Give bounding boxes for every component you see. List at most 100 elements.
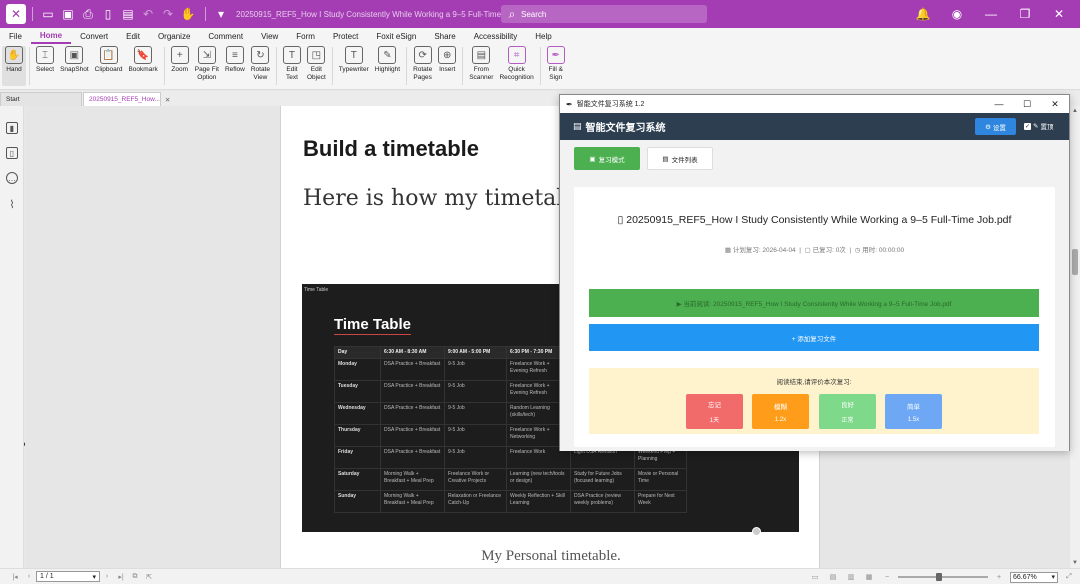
menu-foxit-esign[interactable]: Foxit eSign bbox=[367, 28, 425, 44]
zoom-level-select[interactable]: 66.67% ▾ bbox=[1010, 571, 1058, 583]
ribbon-rotate-view-button[interactable]: ↻ Rotate View bbox=[248, 46, 273, 86]
ribbon-quick-recognition-button[interactable]: ⌗ Quick Recognition bbox=[496, 46, 536, 86]
ribbon-clipboard-button[interactable]: 📋 Clipboard bbox=[92, 46, 126, 86]
scroll-down-icon[interactable]: ▼ bbox=[1072, 560, 1078, 566]
menu-share[interactable]: Share bbox=[425, 28, 464, 44]
ribbon-edit-text-button[interactable]: T Edit Text bbox=[280, 46, 304, 86]
ribbon-divider bbox=[29, 47, 30, 85]
dialog-maximize-icon[interactable]: ☐ bbox=[1013, 95, 1041, 113]
ribbon-button-label: Rotate Pages bbox=[413, 66, 433, 81]
hand-tool-dropdown-icon[interactable]: ✋ bbox=[179, 5, 197, 23]
tab-file-list[interactable]: ▤ 文件列表 bbox=[647, 147, 713, 170]
menu-help[interactable]: Help bbox=[526, 28, 560, 44]
zoom-slider[interactable] bbox=[898, 573, 988, 581]
tab-start[interactable]: Start bbox=[0, 92, 82, 106]
ribbon-edit-object-button[interactable]: ◳ Edit Object bbox=[304, 46, 329, 86]
ribbon-highlight-button[interactable]: ✎ Highlight bbox=[372, 46, 403, 86]
zoom-in-icon[interactable]: + bbox=[994, 574, 1004, 581]
close-icon[interactable]: ✕ bbox=[1050, 5, 1068, 23]
current-reading-bar[interactable]: ▶ 当前阅读: 20250915_REF5_How I Study Consis… bbox=[589, 289, 1039, 317]
attachments-panel-icon[interactable]: ⌇ bbox=[6, 198, 18, 211]
open-folder-icon[interactable]: ▭ bbox=[39, 5, 57, 23]
dialog-close-icon[interactable]: ✕ bbox=[1041, 95, 1069, 113]
account-icon[interactable]: ◉ bbox=[948, 5, 966, 23]
ribbon-rotate-pages-button[interactable]: ⟳ Rotate Pages bbox=[410, 46, 435, 86]
continuous-view-icon[interactable]: ▤ bbox=[828, 573, 838, 581]
bookmark-panel-icon[interactable]: ▮ bbox=[6, 122, 18, 134]
search-placeholder: Search bbox=[521, 9, 547, 19]
vertical-scrollbar[interactable]: ▲ ▼ bbox=[1070, 106, 1080, 568]
dialog-minimize-icon[interactable]: — bbox=[985, 95, 1013, 113]
image-handle-icon[interactable] bbox=[752, 527, 761, 536]
zoom-controls: ▭ ▤ ▥ ▦ − + 66.67% ▾ ⤢ bbox=[808, 569, 1076, 584]
last-page-icon[interactable]: ▸| bbox=[116, 573, 126, 581]
menu-convert[interactable]: Convert bbox=[71, 28, 117, 44]
notification-bell-icon[interactable]: 🔔 bbox=[914, 5, 932, 23]
comments-panel-icon[interactable]: … bbox=[6, 172, 18, 184]
tab-document[interactable]: 20250915_REF5_How... ✕ bbox=[83, 92, 170, 106]
menu-accessibility[interactable]: Accessibility bbox=[465, 28, 527, 44]
search-box[interactable]: ⌕ Search bbox=[501, 5, 707, 23]
zoom-out-icon[interactable]: − bbox=[882, 574, 892, 581]
timetable-cell: 9-5 Job bbox=[444, 358, 507, 381]
rating-vague-button[interactable]: 模糊 1.2x bbox=[752, 394, 809, 429]
page-number-select[interactable]: 1 / 1 ▾ bbox=[36, 571, 100, 582]
tab-review-mode[interactable]: ▣ 复习模式 bbox=[574, 147, 640, 170]
rating-easy-button[interactable]: 简单 1.5x bbox=[885, 394, 942, 429]
customize-toolbar-icon[interactable]: ▾ bbox=[212, 5, 230, 23]
snapshot-icon: ▣ bbox=[65, 46, 84, 64]
next-page-icon[interactable]: › bbox=[102, 573, 112, 580]
rating-good-button[interactable]: 良好 正常 bbox=[819, 394, 876, 429]
scrollbar-thumb[interactable] bbox=[1072, 249, 1078, 275]
menu-edit[interactable]: Edit bbox=[117, 28, 149, 44]
previous-page-icon[interactable]: ‹ bbox=[24, 573, 34, 580]
restore-icon[interactable]: ❐ bbox=[1016, 5, 1034, 23]
zoom-slider-knob[interactable] bbox=[935, 573, 942, 581]
ribbon-hand-button[interactable]: ✋ Hand bbox=[2, 46, 26, 86]
always-on-top-toggle[interactable]: ✓ ✎ 置顶 bbox=[1024, 121, 1053, 131]
ribbon-bookmark-button[interactable]: 🔖 Bookmark bbox=[125, 46, 160, 86]
tab-close-icon[interactable]: ✕ bbox=[165, 96, 170, 104]
checkbox-checked-icon[interactable]: ✓ bbox=[1024, 122, 1031, 130]
scroll-up-icon[interactable]: ▲ bbox=[1072, 108, 1078, 114]
first-page-icon[interactable]: |◂ bbox=[10, 573, 20, 581]
ribbon-select-button[interactable]: ⌶ Select bbox=[33, 46, 57, 86]
redo-icon[interactable]: ↷ bbox=[159, 5, 177, 23]
menu-protect[interactable]: Protect bbox=[324, 28, 367, 44]
minimize-icon[interactable]: — bbox=[982, 5, 1000, 23]
add-review-file-button[interactable]: + 添加复习文件 bbox=[589, 324, 1039, 351]
rating-forgot-button[interactable]: 忘记 1天 bbox=[686, 394, 743, 429]
continuous-facing-view-icon[interactable]: ▦ bbox=[864, 573, 874, 581]
menu-file[interactable]: File bbox=[0, 28, 31, 44]
rating-label: 良好 bbox=[841, 402, 854, 409]
single-page-view-icon[interactable]: ▭ bbox=[810, 573, 820, 581]
print-icon[interactable]: ⎙ bbox=[79, 5, 97, 23]
facing-view-icon[interactable]: ▥ bbox=[846, 573, 856, 581]
export-icon[interactable]: ▤ bbox=[119, 5, 137, 23]
dialog-titlebar[interactable]: ✒ 智能文件复习系统 1.2 — ☐ ✕ bbox=[560, 95, 1069, 113]
ribbon-fill-sign-button[interactable]: ✒ Fill & Sign bbox=[544, 46, 568, 86]
menu-comment[interactable]: Comment bbox=[199, 28, 252, 44]
menu-home[interactable]: Home bbox=[30, 28, 72, 44]
ribbon-divider bbox=[275, 47, 277, 85]
menu-bar: File Home Convert Edit Organize Comment View Fo… bbox=[0, 28, 1080, 44]
pages-panel-icon[interactable]: ▯ bbox=[6, 147, 18, 159]
ribbon-insert-button[interactable]: ⊕ Insert bbox=[435, 46, 459, 86]
ribbon-from-scanner-button[interactable]: ▤ From Scanner bbox=[466, 46, 496, 86]
ribbon-reflow-button[interactable]: ≡ Reflow bbox=[222, 46, 248, 86]
settings-button[interactable]: ⚙ 设置 bbox=[975, 118, 1016, 135]
new-doc-icon[interactable]: ▯ bbox=[99, 5, 117, 23]
menu-form[interactable]: Form bbox=[287, 28, 324, 44]
ribbon-snapshot-button[interactable]: ▣ SnapShot bbox=[57, 46, 92, 86]
export-page-icon[interactable]: ⇱ bbox=[144, 573, 154, 581]
save-icon[interactable]: ▣ bbox=[59, 5, 77, 23]
undo-icon[interactable]: ↶ bbox=[139, 5, 157, 23]
ribbon-typewriter-button[interactable]: T Typewriter bbox=[336, 46, 372, 86]
menu-view[interactable]: View bbox=[252, 28, 287, 44]
ribbon-page-fit-option-button[interactable]: ⇲ Page Fit Option bbox=[192, 46, 222, 86]
page-view-icon[interactable]: ⧉ bbox=[130, 573, 140, 581]
fullscreen-icon[interactable]: ⤢ bbox=[1064, 573, 1074, 581]
timetable-cell: DSA Practice + Breakfast bbox=[380, 358, 445, 381]
ribbon-zoom-button[interactable]: + Zoom bbox=[168, 46, 192, 86]
menu-organize[interactable]: Organize bbox=[149, 28, 199, 44]
